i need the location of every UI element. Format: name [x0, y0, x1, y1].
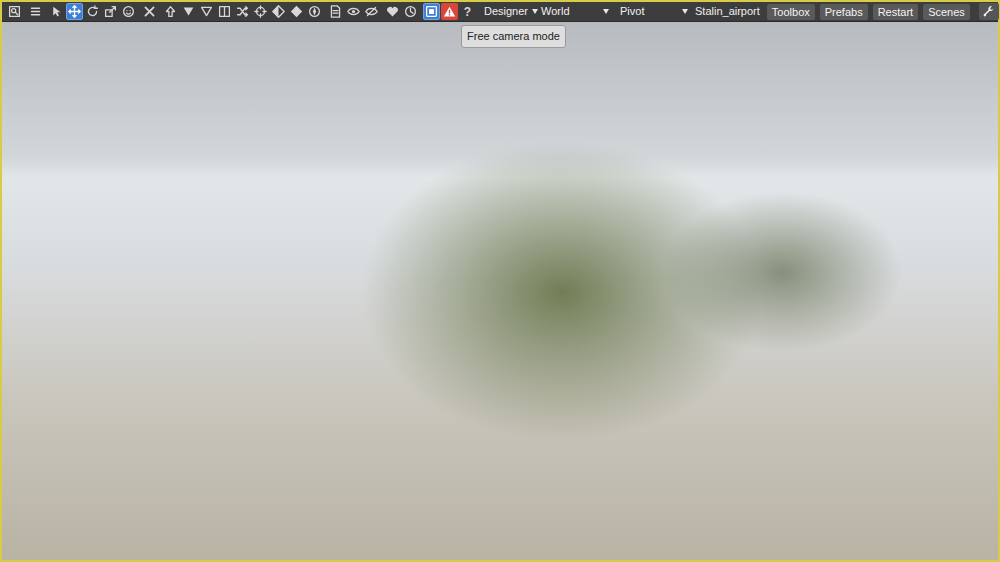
heart-tool[interactable]	[384, 3, 401, 20]
list-tool[interactable]	[27, 3, 44, 20]
caret-icon	[532, 9, 538, 14]
cross-tool[interactable]	[141, 3, 158, 20]
target-icon	[254, 5, 267, 18]
eye-slash-icon	[365, 5, 378, 18]
help-tool[interactable]: ?	[459, 3, 476, 20]
tool-group	[384, 3, 419, 20]
up-tool[interactable]	[162, 3, 179, 20]
down-outline-icon	[200, 5, 213, 18]
tool-group	[327, 3, 380, 20]
prefabs-button[interactable]: Prefabs	[820, 4, 868, 20]
camera-icon	[425, 5, 438, 18]
scene-viewport[interactable]: Free camera mode	[2, 22, 998, 560]
wrench-icon	[982, 5, 995, 18]
search-tool[interactable]	[6, 3, 23, 20]
tool-group	[6, 3, 23, 20]
scale-icon	[104, 5, 117, 18]
down-solid-tool[interactable]	[180, 3, 197, 20]
warning-tool[interactable]	[441, 3, 458, 20]
eye-tool[interactable]	[345, 3, 362, 20]
face-tool[interactable]	[120, 3, 137, 20]
mode-dropdown[interactable]: Pivot	[616, 3, 692, 20]
down-outline-tool[interactable]	[198, 3, 215, 20]
scenes-button[interactable]: Scenes	[923, 4, 970, 20]
up-icon	[164, 5, 177, 18]
compass-icon	[308, 5, 321, 18]
warning-icon	[443, 5, 456, 18]
shuffle-tool[interactable]	[234, 3, 251, 20]
dropdown-group: Designer World Pivot	[480, 3, 695, 20]
clock-icon	[404, 5, 417, 18]
scale-tool[interactable]	[102, 3, 119, 20]
list-icon	[29, 5, 42, 18]
tool-group	[48, 3, 137, 20]
help-label: ?	[464, 6, 471, 18]
compass-tool[interactable]	[306, 3, 323, 20]
search-icon	[8, 5, 21, 18]
caret-icon	[682, 9, 688, 14]
heart-icon	[386, 5, 399, 18]
shuffle-icon	[236, 5, 249, 18]
toolbar: ? Designer World Pivot Stalin_airport Toolbox…	[2, 2, 998, 22]
diamond-half-tool[interactable]	[270, 3, 287, 20]
tool-group	[27, 3, 44, 20]
restart-button[interactable]: Restart	[873, 4, 918, 20]
face-icon	[122, 5, 135, 18]
toolbox-button[interactable]: Toolbox	[767, 4, 815, 20]
page-icon	[329, 5, 342, 18]
editor-window: ? Designer World Pivot Stalin_airport Toolbox…	[0, 0, 1000, 562]
down-solid-icon	[182, 5, 195, 18]
dropdown-label: Designer	[484, 3, 528, 20]
split-tool[interactable]	[216, 3, 233, 20]
page-tool[interactable]	[327, 3, 344, 20]
diamond-icon	[290, 5, 303, 18]
diamond-half-icon	[272, 5, 285, 18]
target-tool[interactable]	[252, 3, 269, 20]
cross-icon	[143, 5, 156, 18]
clock-tool[interactable]	[402, 3, 419, 20]
dropdown-label: Pivot	[620, 3, 644, 20]
right-controls: Stalin_airport Toolbox Prefabs Restart Scene…	[695, 3, 1000, 20]
diamond-tool[interactable]	[288, 3, 305, 20]
eye-slash-tool[interactable]	[363, 3, 380, 20]
move-icon	[68, 5, 81, 18]
rotate-tool[interactable]	[84, 3, 101, 20]
mode-dropdown[interactable]: World	[537, 3, 613, 20]
eye-icon	[347, 5, 360, 18]
tool-group	[141, 3, 158, 20]
tool-group	[162, 3, 323, 20]
mode-dropdown[interactable]: Designer	[480, 3, 534, 20]
move-tool[interactable]	[66, 3, 83, 20]
select-icon	[50, 5, 63, 18]
rotate-icon	[86, 5, 99, 18]
scene-name: Stalin_airport	[695, 3, 760, 20]
tooltip: Free camera mode	[461, 25, 566, 48]
split-icon	[218, 5, 231, 18]
tool-group: ?	[423, 3, 476, 20]
camera-tool[interactable]	[423, 3, 440, 20]
wrench-button[interactable]	[979, 3, 999, 20]
caret-icon	[603, 9, 609, 14]
select-tool[interactable]	[48, 3, 65, 20]
dropdown-label: World	[541, 3, 570, 20]
